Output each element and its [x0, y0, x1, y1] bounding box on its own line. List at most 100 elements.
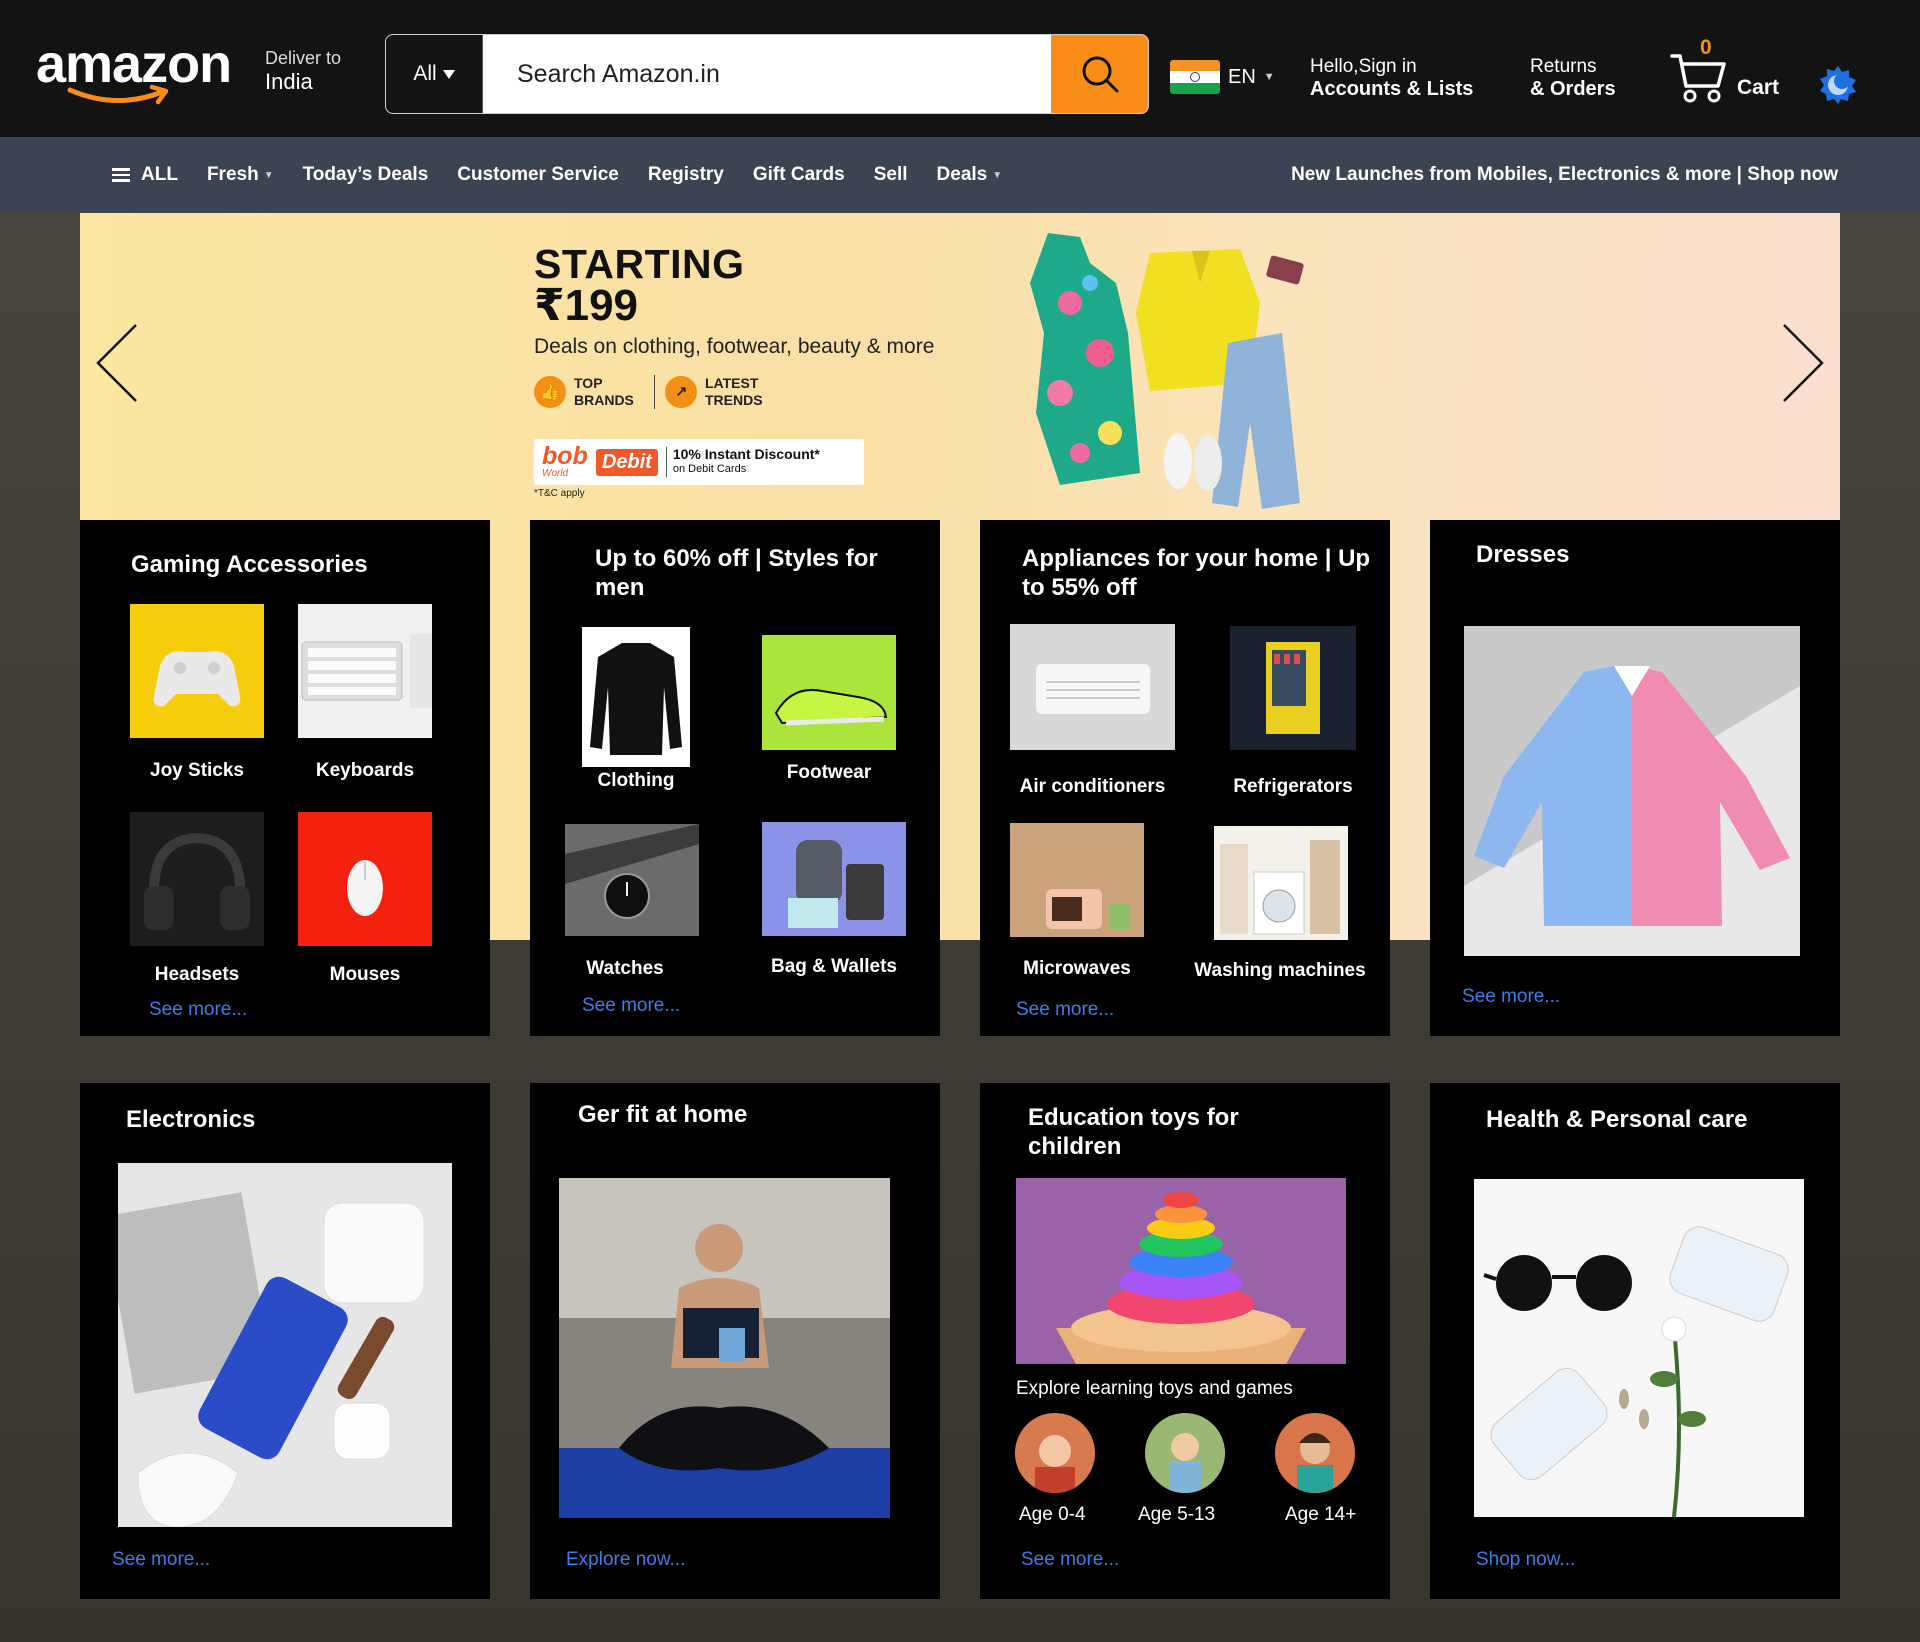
card-electronics: Electronics See more...	[80, 1083, 490, 1599]
teen-icon	[1275, 1413, 1355, 1493]
refrigerator-image[interactable]	[1230, 626, 1356, 750]
backpack-icon	[788, 840, 884, 928]
item-label-footwear[interactable]: Footwear	[762, 762, 896, 784]
cart-button[interactable]: 0 Cart	[1670, 36, 1790, 106]
amazon-logo[interactable]: amazon	[36, 34, 241, 114]
bob-brand: bob	[542, 441, 588, 470]
clothing-image[interactable]	[582, 627, 690, 767]
watch-image[interactable]	[565, 824, 699, 936]
item-label-watches[interactable]: Watches	[565, 958, 685, 980]
nav-item-gift-cards[interactable]: Gift Cards	[753, 164, 845, 186]
language-selector[interactable]: EN ▼	[1170, 60, 1275, 94]
shop-now-link[interactable]: Shop now...	[1476, 1549, 1575, 1571]
card-styles-for-men: Up to 60% off | Styles for men Clothing …	[530, 520, 940, 1036]
returns-orders[interactable]: Returns & Orders	[1530, 56, 1616, 100]
search-category-dropdown[interactable]: All	[386, 35, 483, 113]
hero-price: ₹199	[534, 281, 639, 330]
mouse-icon	[347, 860, 383, 916]
vending-fridge-icon	[1266, 642, 1320, 734]
bag-wallet-image[interactable]	[762, 822, 906, 936]
age-label[interactable]: Age 0-4	[1019, 1504, 1086, 1526]
see-more-link[interactable]: See more...	[1021, 1549, 1119, 1571]
toy-stacker-image[interactable]	[1016, 1178, 1346, 1364]
card-title: Dresses	[1476, 541, 1570, 568]
card-gaming-accessories: Gaming Accessories Joy Sticks Keyboards …	[80, 520, 490, 1036]
language-label: EN	[1228, 65, 1256, 88]
nav-item-deals[interactable]: Deals ▼	[937, 164, 1003, 186]
joystick-image[interactable]	[130, 604, 264, 738]
search-input[interactable]	[483, 35, 1051, 113]
nav-item-label: Today’s Deals	[302, 164, 429, 185]
search-button[interactable]	[1051, 35, 1148, 113]
washing-machine-image[interactable]	[1214, 826, 1348, 940]
health-image[interactable]	[1474, 1179, 1804, 1517]
item-label-keyboards[interactable]: Keyboards	[298, 760, 432, 782]
see-more-link[interactable]: See more...	[1016, 999, 1114, 1021]
card-title: Health & Personal care	[1486, 1106, 1748, 1133]
account-menu[interactable]: Hello,Sign in Accounts & Lists	[1310, 56, 1473, 100]
carousel-prev-button[interactable]	[92, 321, 142, 405]
age-label[interactable]: Age 14+	[1285, 1504, 1356, 1526]
nav-item-label: Gift Cards	[752, 164, 845, 185]
nav-item-label: Fresh	[206, 164, 259, 185]
deliver-label: Deliver to	[265, 48, 342, 68]
see-more-link[interactable]: See more...	[149, 999, 247, 1021]
air-conditioner-image[interactable]	[1010, 624, 1175, 750]
explore-now-link[interactable]: Explore now...	[566, 1549, 685, 1571]
fitness-image[interactable]	[559, 1178, 890, 1518]
nav-item-todays-deals[interactable]: Today’s Deals	[303, 164, 429, 186]
sneaker-icon	[774, 689, 888, 726]
item-label-joy-sticks[interactable]: Joy Sticks	[130, 760, 264, 782]
ac-icon	[1036, 664, 1150, 714]
nav-item-registry[interactable]: Registry	[648, 164, 724, 186]
headset-image[interactable]	[130, 812, 264, 946]
see-more-link[interactable]: See more...	[112, 1549, 210, 1571]
card-title: Gaming Accessories	[131, 551, 368, 578]
toys-subtitle: Explore learning toys and games	[1016, 1378, 1293, 1399]
item-label-bag-wallets[interactable]: Bag & Wallets	[762, 956, 906, 978]
chevron-right-icon	[1783, 324, 1824, 402]
age-label[interactable]: Age 5-13	[1138, 1504, 1215, 1526]
age-5-13-thumbnail[interactable]	[1145, 1413, 1225, 1493]
offer-text: 10% Instant Discount* on Debit Cards	[665, 447, 820, 477]
nav-item-customer-service[interactable]: Customer Service	[457, 164, 619, 186]
latest-trends-badge: ↗ LATEST TRENDS	[665, 375, 775, 409]
cart-label: Cart	[1737, 76, 1780, 99]
footwear-image[interactable]	[762, 635, 896, 750]
item-label-washing-machines[interactable]: Washing machines	[1180, 960, 1380, 982]
search-category-label: All	[413, 62, 437, 85]
see-more-link[interactable]: See more...	[582, 995, 680, 1017]
keyboard-icon	[301, 634, 432, 708]
thumbs-up-icon: 👍	[534, 376, 566, 408]
item-label-clothing[interactable]: Clothing	[574, 770, 698, 792]
age-14-plus-thumbnail[interactable]	[1275, 1413, 1355, 1493]
hero-subtitle: Deals on clothing, footwear, beauty & mo…	[534, 335, 935, 358]
child-icon	[1145, 1413, 1225, 1493]
carousel-next-button[interactable]	[1778, 321, 1828, 405]
microwave-image[interactable]	[1010, 823, 1144, 937]
nav-promo-link[interactable]: New Launches from Mobiles, Electronics &…	[1291, 137, 1838, 213]
see-more-link[interactable]: See more...	[1462, 986, 1560, 1008]
caret-down-icon: ▼	[992, 169, 1003, 181]
washing-machine-icon	[1220, 840, 1340, 935]
theme-toggle[interactable]	[1818, 64, 1858, 104]
electronics-image[interactable]	[118, 1163, 452, 1527]
age-0-4-thumbnail[interactable]	[1015, 1413, 1095, 1493]
mouse-image[interactable]	[298, 812, 432, 946]
nav-bar: ALL Fresh ▼ Today’s Deals Customer Servi…	[0, 137, 1920, 213]
badge-label: LATEST TRENDS	[705, 375, 763, 408]
item-label-mouses[interactable]: Mouses	[298, 964, 432, 986]
item-label-microwaves[interactable]: Microwaves	[1010, 958, 1144, 980]
keyboard-image[interactable]	[298, 604, 432, 738]
nav-item-all[interactable]: ALL	[112, 164, 178, 186]
item-label-headsets[interactable]: Headsets	[130, 964, 264, 986]
item-label-refrigerators[interactable]: Refrigerators	[1210, 776, 1376, 798]
account-lists-label: Accounts & Lists	[1310, 78, 1474, 100]
dress-image[interactable]	[1464, 626, 1800, 956]
card-title: Appliances for your home | Up to 55% off	[1022, 545, 1371, 601]
nav-item-fresh[interactable]: Fresh ▼	[207, 164, 274, 186]
item-label-air-conditioners[interactable]: Air conditioners	[1010, 776, 1175, 798]
deliver-to[interactable]: Deliver to India	[265, 46, 341, 94]
nav-item-sell[interactable]: Sell	[874, 164, 908, 186]
nav-item-label: Registry	[647, 164, 724, 185]
